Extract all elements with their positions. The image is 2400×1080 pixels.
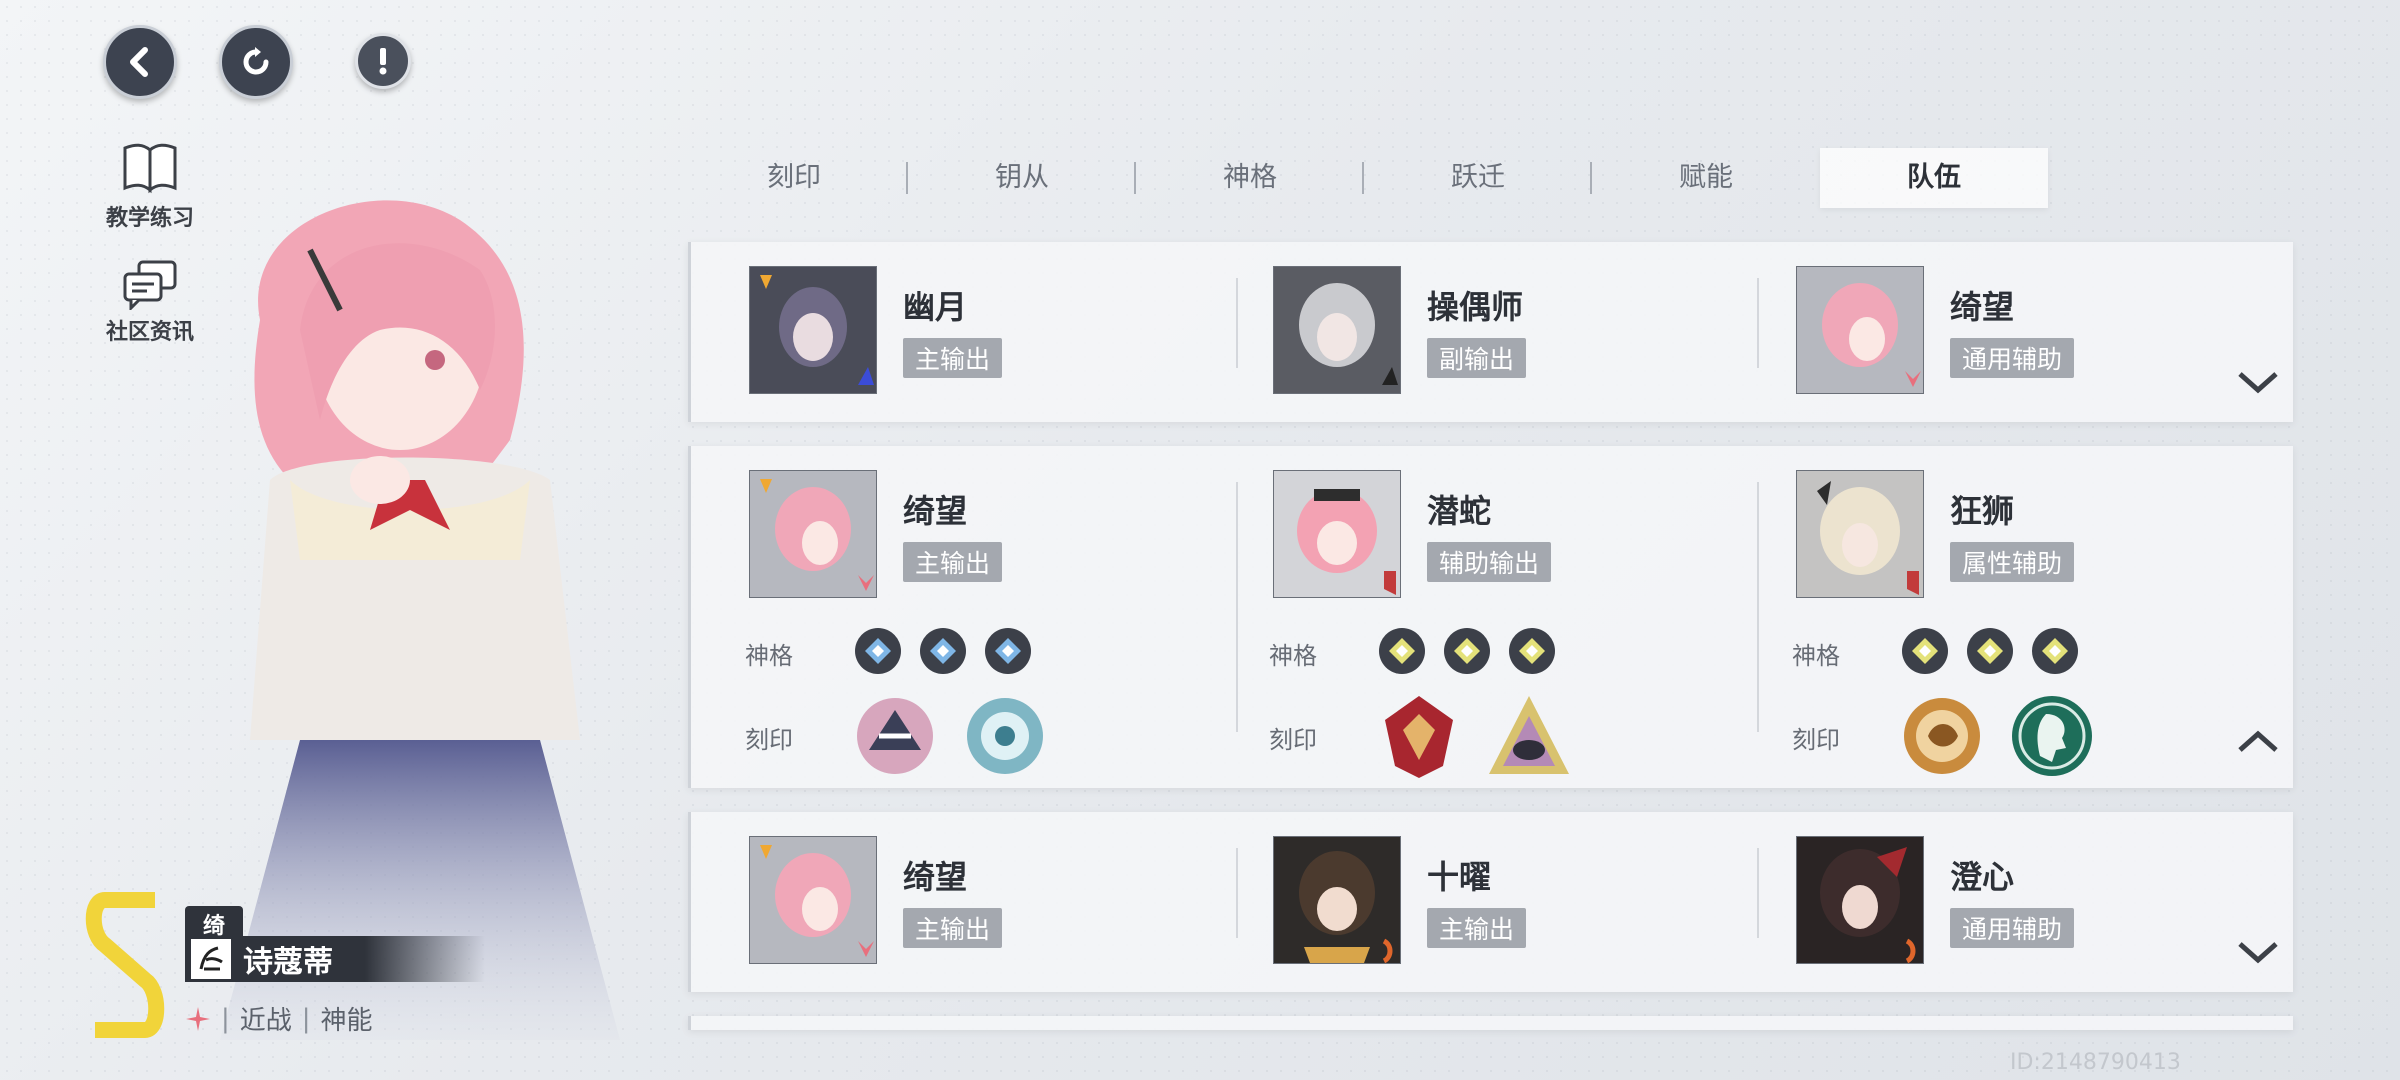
member-name: 幽月: [903, 288, 968, 326]
divinity-gem-icon[interactable]: [2032, 628, 2078, 674]
refresh-icon: [243, 47, 269, 75]
member-name: 狂狮: [1950, 492, 2015, 530]
book-icon: [123, 143, 177, 194]
team-card-3[interactable]: 绮望 主输出 十曜 主输出 澄心 通用辅助: [688, 812, 2293, 992]
tab-key-follower[interactable]: 钥从: [908, 148, 1136, 208]
tab-team[interactable]: 队伍: [1820, 148, 2048, 208]
member-avatar: [1796, 836, 1924, 964]
tab-imprint[interactable]: 刻印: [680, 148, 908, 208]
exclamation-icon: [379, 48, 387, 75]
expand-chevron-icon[interactable]: [2236, 368, 2280, 396]
character-class: 神能: [320, 1006, 373, 1036]
refresh-button[interactable]: [219, 25, 293, 99]
column-divider: [1757, 482, 1759, 732]
seal-label: 刻印: [1269, 726, 1317, 754]
column-divider: [1757, 278, 1759, 368]
back-arrow-icon: [130, 47, 148, 77]
character-name-plate: 诗蔻蒂: [185, 936, 485, 982]
seal-flower-icon[interactable]: [959, 690, 1051, 782]
divinity-gem-icon[interactable]: [985, 628, 1031, 674]
column-divider: [1757, 848, 1759, 938]
divinity-label: 神格: [745, 642, 793, 670]
member-name: 十曜: [1427, 858, 1492, 896]
member-role: 副输出: [1427, 338, 1527, 378]
tab-empower[interactable]: 赋能: [1592, 148, 1820, 208]
team-card-4-partial: [688, 1016, 2293, 1030]
member-role: 主输出: [903, 542, 1003, 582]
member-role: 通用辅助: [1950, 338, 2075, 378]
tab-divinity[interactable]: 神格: [1136, 148, 1364, 208]
member-role: 辅助输出: [1427, 542, 1552, 582]
divinity-label: 神格: [1792, 642, 1840, 670]
member-role: 通用辅助: [1950, 908, 2075, 948]
member-avatar: [1273, 266, 1401, 394]
member-role: 属性辅助: [1950, 542, 2075, 582]
member-name: 绮望: [903, 858, 968, 896]
seal-label: 刻印: [1792, 726, 1840, 754]
collapse-chevron-icon[interactable]: [2236, 728, 2280, 756]
member-name: 绮望: [1950, 288, 2015, 326]
character-tags: | 近战 | 神能: [185, 1000, 373, 1037]
member-avatar: [1796, 266, 1924, 394]
info-button[interactable]: [355, 33, 411, 89]
divinity-gem-icon[interactable]: [920, 628, 966, 674]
attack-type: 近战: [239, 1006, 292, 1036]
member-avatar: [749, 266, 877, 394]
divinity-gem-icon[interactable]: [1509, 628, 1555, 674]
team-2-member-1[interactable]: 绮望 主输出 神格 刻印: [745, 470, 1249, 774]
tab-ascension[interactable]: 跃迁: [1364, 148, 1592, 208]
s-rank-icon: [85, 892, 165, 1038]
character-name: 诗蔻蒂: [243, 945, 333, 980]
member-avatar: [1796, 470, 1924, 598]
back-button[interactable]: [103, 25, 177, 99]
member-avatar: [1273, 470, 1401, 598]
member-avatar: [749, 470, 877, 598]
faction-emblem-icon: [191, 939, 231, 979]
seal-lion-icon[interactable]: [1896, 690, 1988, 782]
seal-emblem-icon[interactable]: [849, 690, 941, 782]
seal-pyramid-icon[interactable]: [1483, 690, 1575, 782]
character-portrait: [220, 200, 620, 1040]
team-card-2[interactable]: 绮望 主输出 神格 刻印 潜蛇 辅助输出 神格 刻印 狂狮 属性辅助 神格 刻印: [688, 446, 2293, 788]
class-star-icon: [186, 1006, 210, 1031]
divinity-label: 神格: [1269, 642, 1317, 670]
member-avatar: [1273, 836, 1401, 964]
seal-crest-icon[interactable]: [1373, 690, 1465, 782]
team-card-1[interactable]: 幽月 主输出 操偶师 副输出 绮望 通用辅助: [688, 242, 2293, 422]
tab-bar: 刻印 钥从 神格 跃迁 赋能 队伍: [680, 148, 2060, 208]
member-name: 操偶师: [1427, 288, 1524, 326]
divinity-gem-icon[interactable]: [855, 628, 901, 674]
member-name: 绮望: [903, 492, 968, 530]
member-name: 澄心: [1950, 858, 2015, 896]
member-role: 主输出: [903, 908, 1003, 948]
divinity-gem-icon[interactable]: [1967, 628, 2013, 674]
divinity-gem-icon[interactable]: [1444, 628, 1490, 674]
expand-chevron-icon[interactable]: [2236, 938, 2280, 966]
divinity-gem-icon[interactable]: [1379, 628, 1425, 674]
seal-label: 刻印: [745, 726, 793, 754]
team-2-member-2[interactable]: 潜蛇 辅助输出 神格 刻印: [1269, 470, 1773, 778]
member-role: 主输出: [903, 338, 1003, 378]
member-avatar: [749, 836, 877, 964]
column-divider: [1236, 278, 1238, 368]
chat-bubbles-icon: [123, 260, 177, 310]
user-id: ID:2148790413: [2010, 1050, 2181, 1075]
team-2-member-3[interactable]: 狂狮 属性辅助 神格 刻印: [1792, 470, 2296, 776]
column-divider: [1236, 482, 1238, 732]
column-divider: [1236, 848, 1238, 938]
divinity-gem-icon[interactable]: [1902, 628, 1948, 674]
member-name: 潜蛇: [1427, 492, 1492, 530]
member-role: 主输出: [1427, 908, 1527, 948]
seal-profile-icon[interactable]: [2006, 690, 2098, 782]
